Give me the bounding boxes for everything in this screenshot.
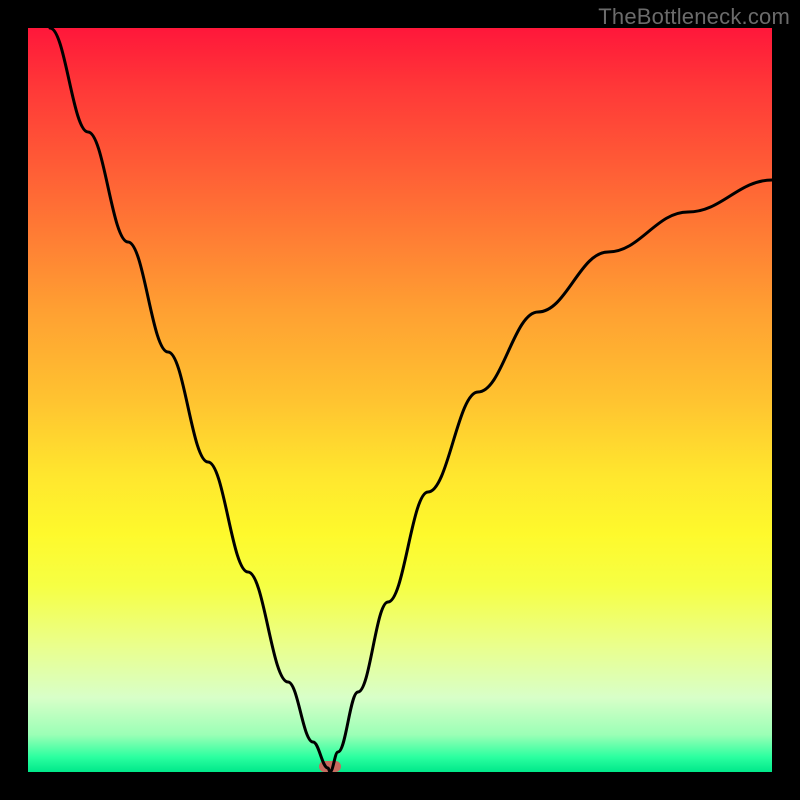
watermark-text: TheBottleneck.com bbox=[598, 4, 790, 30]
chart-frame: TheBottleneck.com bbox=[0, 0, 800, 800]
plot-area bbox=[28, 28, 772, 772]
bottleneck-curve bbox=[28, 28, 772, 772]
